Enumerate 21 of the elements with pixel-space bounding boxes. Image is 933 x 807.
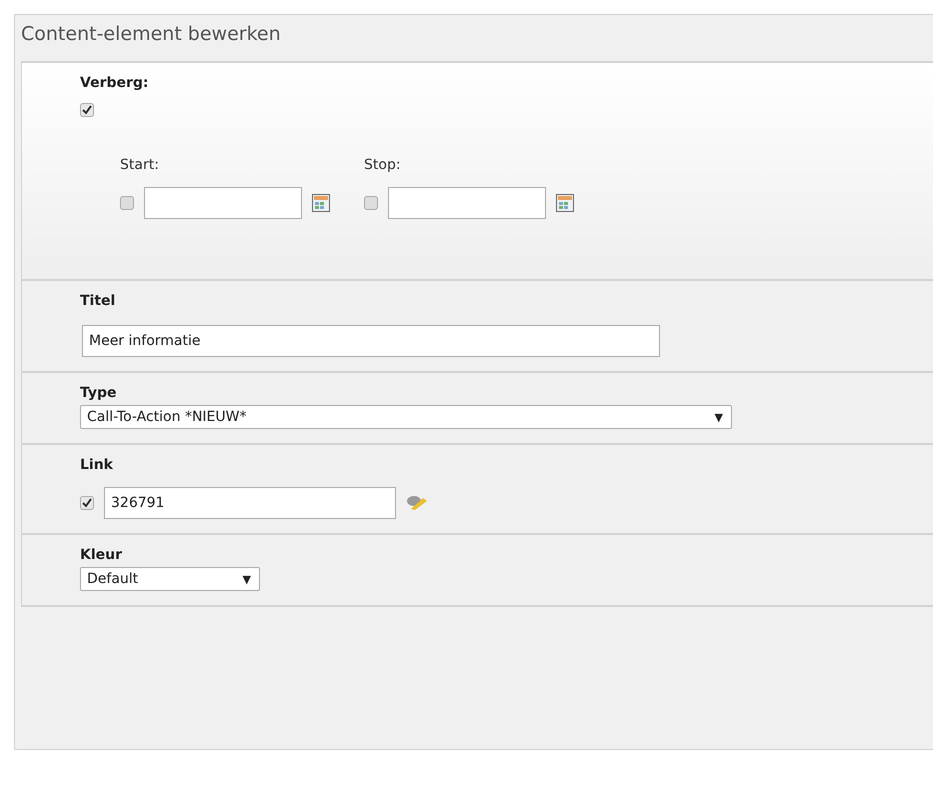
pencil-icon[interactable] xyxy=(406,495,428,511)
field-label: Type xyxy=(80,385,117,401)
checkbox[interactable] xyxy=(364,196,378,210)
date-field[interactable] xyxy=(144,187,302,219)
title-field[interactable]: Meer informatie xyxy=(82,325,660,357)
calendar-icon[interactable] xyxy=(556,194,574,212)
field-label: Kleur xyxy=(80,547,122,563)
checkbox[interactable] xyxy=(80,496,94,510)
date-label: Start: xyxy=(120,157,159,173)
select-field[interactable]: Default ▼ xyxy=(80,567,260,591)
date-label: Stop: xyxy=(364,157,401,173)
field-label: Verberg: xyxy=(80,75,149,91)
link-field[interactable]: 326791 xyxy=(104,487,396,519)
field-label: Titel xyxy=(80,293,116,309)
panel-title: Content-element bewerken xyxy=(21,22,282,47)
select-field[interactable]: Call-To-Action *NIEUW* ▼ xyxy=(80,405,732,429)
date-field[interactable] xyxy=(388,187,546,219)
calendar-icon[interactable] xyxy=(312,194,330,212)
checkbox[interactable] xyxy=(120,196,134,210)
checkbox[interactable] xyxy=(80,103,94,117)
field-label: Link xyxy=(80,457,113,473)
